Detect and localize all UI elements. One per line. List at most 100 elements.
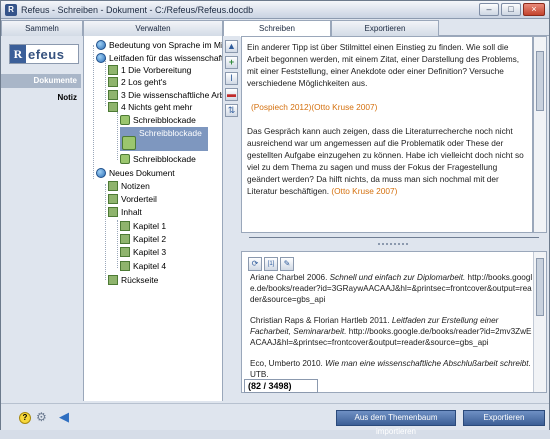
remove-button[interactable]: ▬ bbox=[225, 88, 238, 101]
ref-author: Christian Raps & Florian Hartleb 2011. bbox=[250, 316, 392, 325]
tree-item[interactable]: Schreibblockade bbox=[120, 153, 196, 165]
tree-item[interactable]: Kapitel 1 bbox=[120, 220, 166, 232]
tree-item[interactable]: Vorderteil bbox=[108, 193, 157, 205]
tree-item-label: Schreibblockade bbox=[133, 154, 196, 164]
close-button[interactable]: × bbox=[523, 3, 545, 16]
citation-link[interactable]: (Pospiech 2012)(Otto Kruse 2007) bbox=[251, 102, 377, 112]
tree-item-label: Kapitel 3 bbox=[133, 247, 167, 257]
tree-item[interactable]: 2 Los geht's bbox=[108, 76, 167, 88]
book-icon bbox=[120, 261, 130, 271]
book-icon bbox=[108, 181, 118, 191]
tree-guide bbox=[105, 58, 106, 106]
list-item[interactable]: Christian Raps & Florian Hartleb 2011. L… bbox=[250, 315, 534, 348]
back-arrow-icon[interactable]: ◀ bbox=[59, 410, 69, 423]
swap-button[interactable]: ⇅ bbox=[225, 104, 238, 117]
tree-item-label: Kapitel 4 bbox=[133, 261, 167, 271]
book-icon bbox=[108, 194, 118, 204]
sidebar-item-notiz[interactable]: Notiz bbox=[1, 91, 81, 105]
editor-scrollbar[interactable] bbox=[533, 36, 547, 233]
tree-item[interactable]: Kapitel 3 bbox=[120, 246, 166, 258]
logo-mark: R bbox=[10, 45, 26, 63]
tree-item-label: 2 Los geht's bbox=[121, 77, 167, 87]
references-list: Ariane Charbel 2006. Schnell und einfach… bbox=[250, 272, 534, 390]
tree-item-label: Kapitel 2 bbox=[133, 234, 167, 244]
tree-item-label: Kapitel 1 bbox=[133, 221, 167, 231]
sidebar-item-dokumente[interactable]: Dokumente bbox=[1, 74, 81, 88]
tree-item[interactable]: 1 Die Vorbereitung bbox=[108, 64, 191, 76]
tab-schreiben[interactable]: Schreiben bbox=[223, 20, 331, 37]
tree-item-label: Schreibblockade bbox=[133, 115, 196, 125]
tree-item-label: 4 Nichts geht mehr bbox=[121, 102, 193, 112]
editor-citation-line: (Pospiech 2012)(Otto Kruse 2007) bbox=[247, 101, 527, 113]
app-icon: R bbox=[5, 3, 17, 16]
tree-item[interactable]: 4 Nichts geht mehr bbox=[108, 101, 192, 113]
tab-verwalten[interactable]: Verwalten bbox=[83, 20, 223, 36]
scrollbar-thumb[interactable] bbox=[536, 51, 544, 111]
book-icon bbox=[120, 221, 130, 231]
minimize-button[interactable]: – bbox=[479, 3, 499, 16]
tabs-filler bbox=[439, 20, 549, 36]
book-icon bbox=[108, 207, 118, 217]
splitter-handle[interactable] bbox=[378, 243, 408, 245]
tree-item-label: Notizen bbox=[121, 181, 150, 191]
edit-button[interactable]: ✎ bbox=[280, 257, 294, 271]
tab-sammeln[interactable]: Sammeln bbox=[1, 20, 83, 36]
editor-paragraph: Das Gespräch kann auch zeigen, dass die … bbox=[247, 125, 527, 197]
tree-item[interactable]: Rückseite bbox=[108, 274, 158, 286]
tree-item-label: Vorderteil bbox=[121, 194, 157, 204]
tree-item[interactable]: Kapitel 2 bbox=[120, 233, 166, 245]
list-item[interactable]: Ariane Charbel 2006. Schnell und einfach… bbox=[250, 272, 534, 305]
tree-item[interactable]: Leitfaden für das wissenschaftlic bbox=[96, 52, 223, 64]
book-icon bbox=[108, 275, 118, 285]
tree-guide bbox=[93, 45, 94, 179]
book-icon bbox=[108, 90, 118, 100]
main-tabs: Sammeln Verwalten Schreiben Exportieren bbox=[1, 20, 549, 37]
text-cursor-button[interactable]: I bbox=[225, 72, 238, 85]
ref-source: UTB. bbox=[250, 370, 269, 379]
position-counter: (82 / 3498) bbox=[244, 379, 318, 393]
scrollbar-thumb[interactable] bbox=[536, 258, 544, 316]
globe-icon bbox=[96, 53, 106, 63]
app-window: R Refeus - Schreiben - Dokument - C:/Ref… bbox=[0, 0, 550, 436]
tree-item[interactable]: Notizen bbox=[108, 180, 150, 192]
tree-toolstrip: ▲ + I ▬ ⇅ bbox=[223, 36, 240, 401]
tree-item-label: 3 Die wissenschaftliche Arbe bbox=[121, 90, 223, 100]
sidebar: R efeus Dokumente Notiz bbox=[1, 36, 83, 401]
ref-author: Ariane Charbel 2006. bbox=[250, 273, 330, 282]
tree-item-label: Leitfaden für das wissenschaftlic bbox=[109, 53, 223, 63]
add-button[interactable]: + bbox=[225, 56, 238, 69]
tree-item-label: 1 Die Vorbereitung bbox=[121, 65, 192, 75]
references-scrollbar[interactable] bbox=[533, 252, 546, 392]
refresh-button[interactable]: ⟳ bbox=[248, 257, 262, 271]
refeus-logo: R efeus bbox=[9, 44, 79, 64]
tree-guide bbox=[117, 112, 118, 160]
tree-item[interactable]: Bedeutung von Sprache im Migra bbox=[96, 39, 222, 51]
import-from-tree-button[interactable]: Aus dem Themenbaum importieren bbox=[336, 410, 456, 436]
text-editor[interactable]: Ein anderer Tipp ist über Stilmittel ein… bbox=[241, 36, 533, 233]
globe-icon bbox=[96, 40, 106, 50]
tree-item[interactable]: Kapitel 4 bbox=[120, 260, 166, 272]
globe-icon bbox=[96, 168, 106, 178]
citation-link[interactable]: (Otto Kruse 2007) bbox=[331, 186, 397, 196]
collapse-button[interactable]: ▲ bbox=[225, 40, 238, 53]
insert-citation-button[interactable]: [1] bbox=[264, 257, 278, 271]
book-icon bbox=[108, 77, 118, 87]
export-button[interactable]: Exportieren bbox=[463, 410, 545, 426]
window-title: Refeus - Schreiben - Dokument - C:/Refeu… bbox=[21, 4, 254, 15]
puzzle-icon bbox=[120, 154, 130, 164]
ref-title: Schnell und einfach zur Diplomarbeit. bbox=[329, 273, 466, 282]
gear-icon[interactable]: ⚙ bbox=[36, 411, 47, 423]
tree-item[interactable]: Neues Dokument bbox=[96, 167, 175, 179]
tree-item[interactable]: Inhalt bbox=[108, 206, 142, 218]
tree-item-selected[interactable]: Schreibblockade bbox=[120, 127, 208, 151]
maximize-button[interactable]: □ bbox=[501, 3, 521, 16]
tree-item[interactable]: Schreibblockade bbox=[120, 114, 196, 126]
tab-exportieren[interactable]: Exportieren bbox=[331, 20, 439, 36]
help-icon[interactable]: ? bbox=[19, 412, 31, 424]
tree-item[interactable]: 3 Die wissenschaftliche Arbe bbox=[108, 89, 223, 101]
book-icon bbox=[120, 234, 130, 244]
book-icon bbox=[108, 65, 118, 75]
list-item[interactable]: Eco, Umberto 2010. Wie man eine wissensc… bbox=[250, 358, 534, 380]
tree-guide bbox=[105, 184, 106, 280]
tree-item-label: Inhalt bbox=[121, 207, 142, 217]
